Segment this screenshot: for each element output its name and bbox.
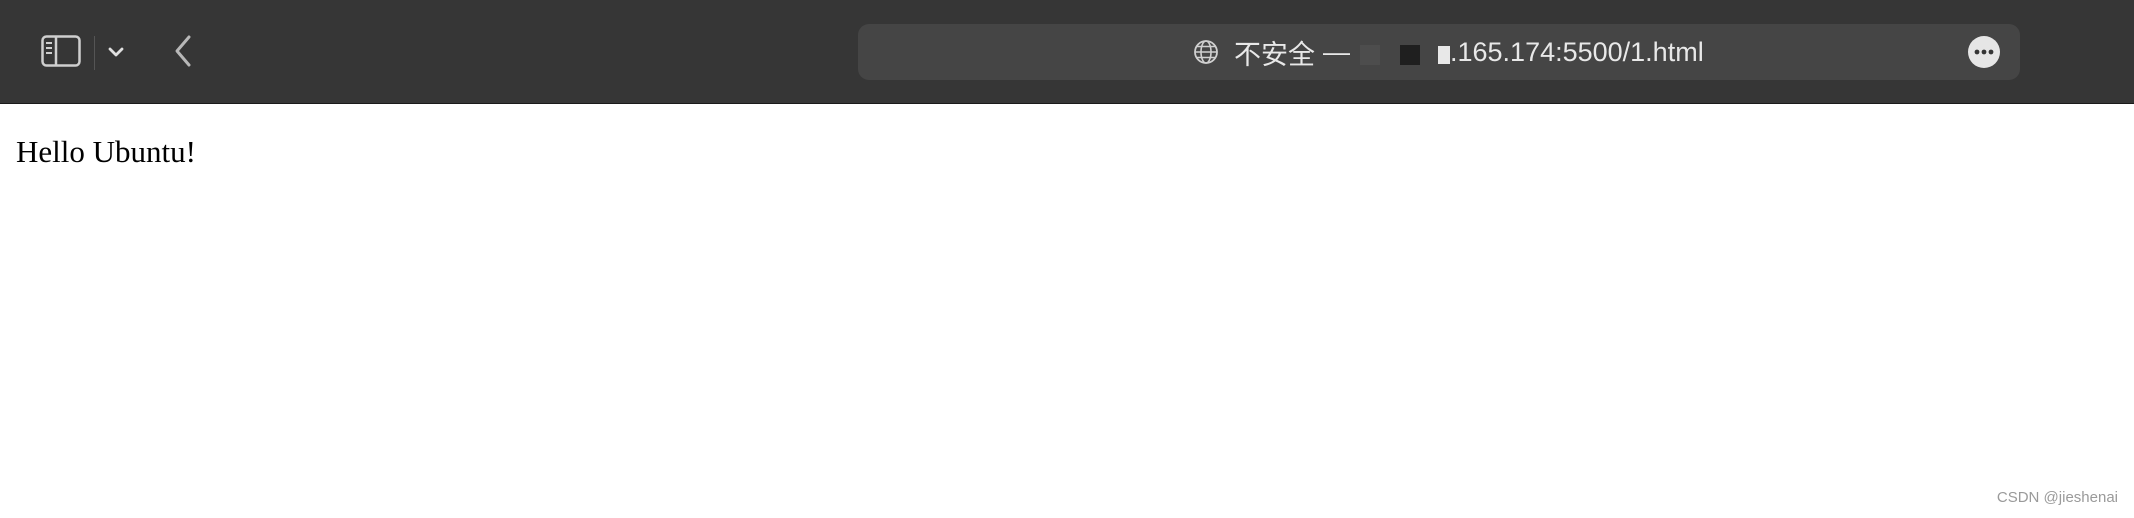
back-button[interactable]	[168, 28, 198, 74]
redaction-block	[1438, 46, 1450, 64]
back-arrow-icon	[175, 35, 191, 67]
redaction-block	[1360, 45, 1380, 65]
security-status-label: 不安全	[1234, 39, 1315, 71]
sidebar-icon	[41, 35, 81, 67]
globe-icon	[1192, 38, 1220, 66]
chevron-down-icon	[108, 47, 124, 57]
redaction-block	[1400, 45, 1420, 65]
more-options-button[interactable]	[1968, 36, 2000, 68]
address-bar[interactable]: 不安全 — .165.174:5500/1.html	[858, 24, 2020, 80]
page-body-text: Hello Ubuntu!	[16, 134, 196, 169]
sidebar-toggle-button[interactable]	[38, 30, 84, 72]
toolbar-divider	[94, 36, 95, 70]
address-separator: —	[1323, 36, 1350, 67]
browser-toolbar: 不安全 — .165.174:5500/1.html	[0, 0, 2134, 104]
more-icon	[1968, 36, 2000, 68]
url-text: .165.174:5500/1.html	[1450, 36, 1704, 67]
address-content: 不安全 — .165.174:5500/1.html	[1192, 24, 1704, 80]
watermark-text: CSDN @jieshenai	[1996, 489, 2118, 506]
tab-groups-dropdown-button[interactable]	[104, 36, 128, 68]
